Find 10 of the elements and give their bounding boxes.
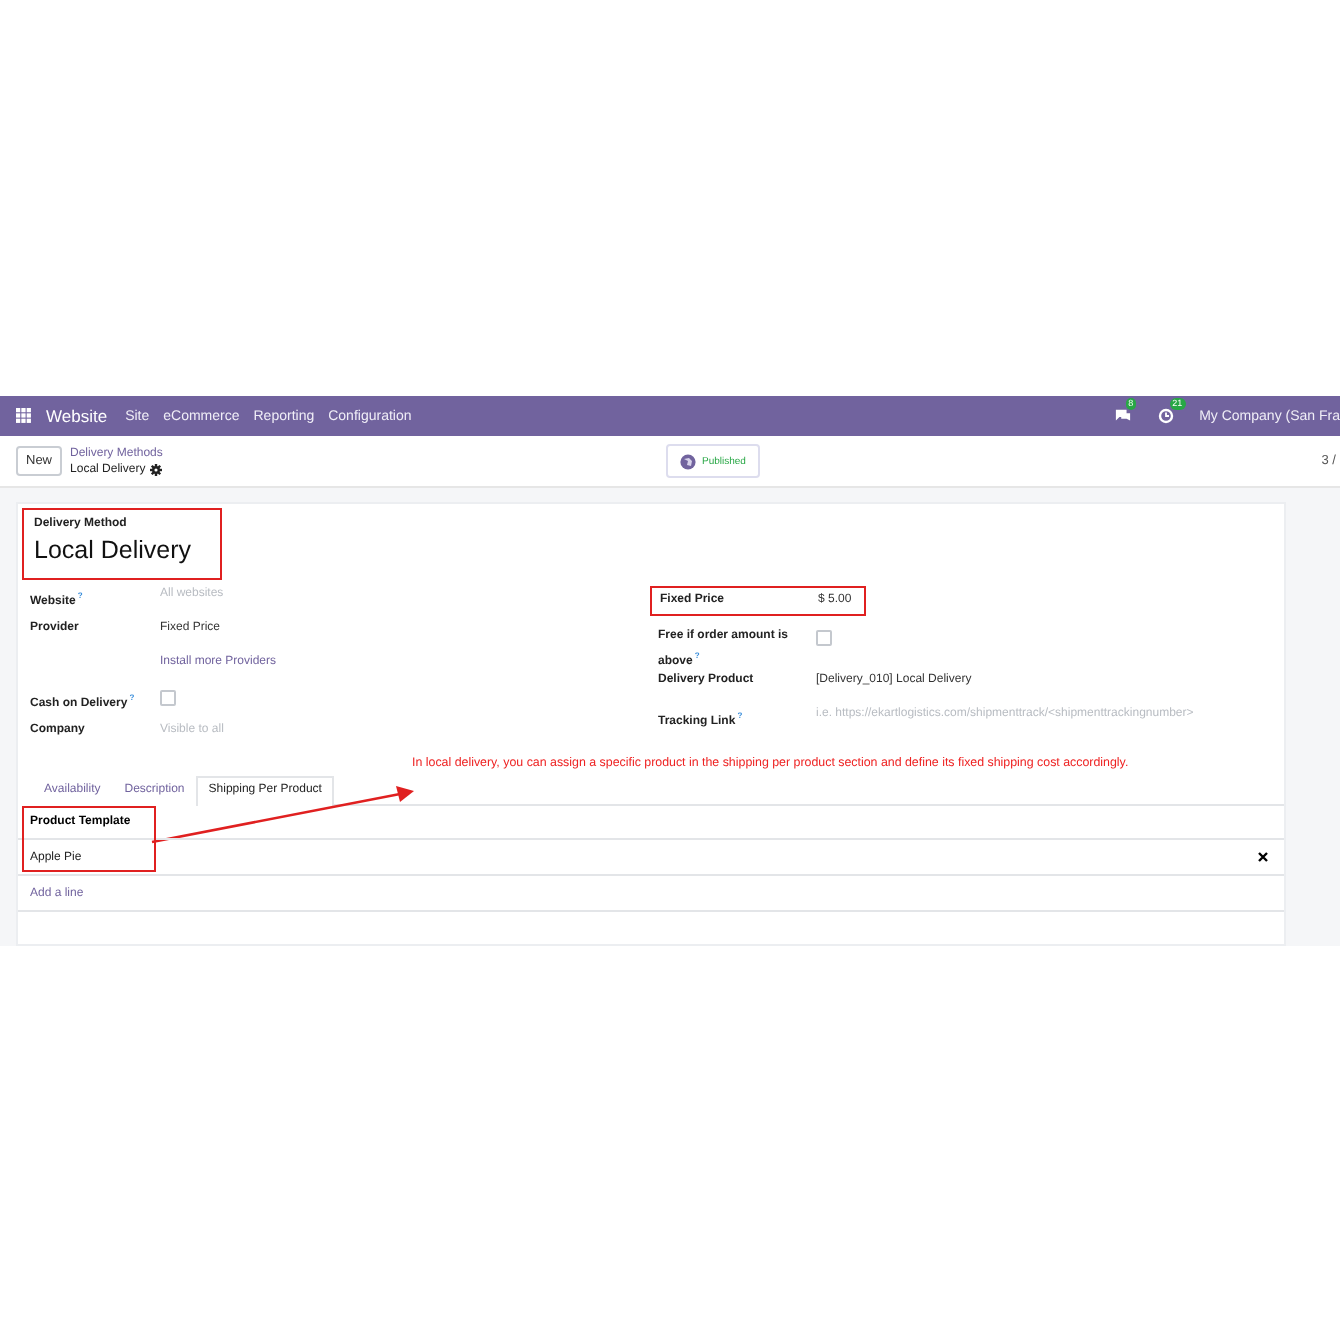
close-icon[interactable] bbox=[1258, 852, 1268, 862]
checkbox[interactable] bbox=[816, 630, 832, 646]
gear-icon[interactable] bbox=[149, 463, 162, 475]
apps-menu-icon[interactable] bbox=[16, 408, 32, 424]
clock-icon[interactable] bbox=[1157, 408, 1174, 424]
globe-icon bbox=[680, 453, 696, 469]
chat-icon[interactable] bbox=[1113, 408, 1132, 424]
record-title: Local Delivery bbox=[34, 536, 194, 564]
checkbox[interactable] bbox=[160, 690, 176, 706]
app-name[interactable]: Website bbox=[46, 406, 108, 426]
